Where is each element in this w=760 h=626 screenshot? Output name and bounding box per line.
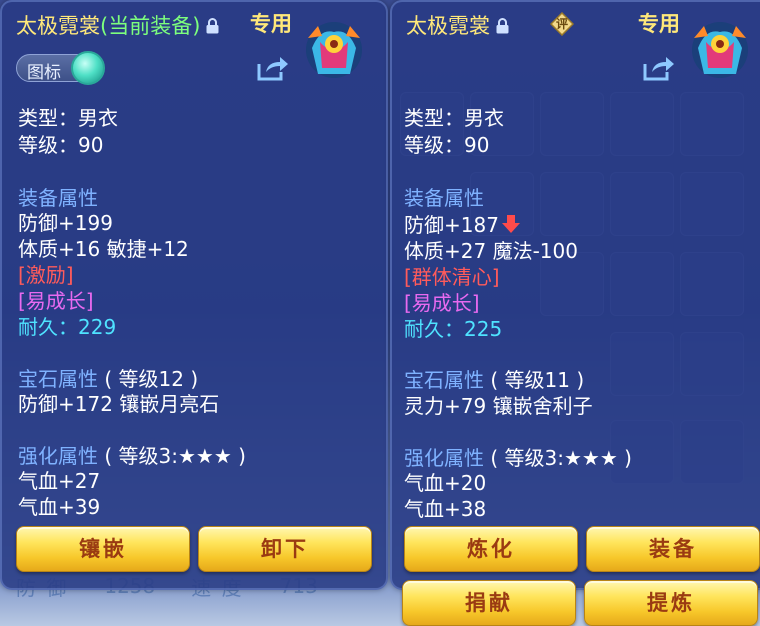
item-details: 类型：男衣 等级：90 装备属性 防御+187 体质+27 魔法-100 [群体…: [392, 2, 760, 524]
special-skill: [激励]: [18, 263, 74, 287]
durability: 耐久：225: [404, 317, 503, 341]
gem-section-title: 宝石属性: [404, 368, 484, 392]
special-skill: [群体清心]: [404, 265, 500, 289]
enhance-attr-2: 气血+38: [404, 497, 487, 521]
equipped-item-tooltip: 太极霓裳(当前装备) 专用 图标 类型：男衣 等级：90 装备属性 防御+199…: [0, 0, 388, 590]
item-type: 类型：男衣: [18, 106, 118, 130]
enhance-attr-1: 气血+27: [18, 469, 101, 493]
defense-attr: 防御+199: [18, 211, 113, 235]
enhance-section-level: ( 等级3:★★★ ): [490, 446, 632, 470]
special-effect: [易成长]: [404, 291, 480, 315]
durability: 耐久：229: [18, 315, 117, 339]
item-level: 等级：90: [18, 133, 104, 157]
gem-attr: 防御+172 镶嵌月亮石: [18, 392, 220, 416]
inlay-button[interactable]: 镶嵌: [16, 526, 190, 572]
unequip-button[interactable]: 卸下: [198, 526, 372, 572]
equip-attr-header: 装备属性: [404, 186, 484, 210]
stat-attr: 体质+27 魔法-100: [404, 239, 578, 263]
donate-button[interactable]: 捐献: [402, 580, 576, 626]
defense-attr-value: 防御+187: [404, 213, 499, 237]
gem-section-level: ( 等级11 ): [490, 368, 585, 392]
down-arrow-icon: [501, 214, 521, 234]
refine-button[interactable]: 炼化: [404, 526, 578, 572]
enhance-attr-2: 气血+39: [18, 495, 101, 519]
compare-item-tooltip: 太极霓裳 评 专用 类型：男衣 等级：90 装备属性 防御+187 体质+27 …: [390, 0, 760, 590]
item-level: 等级：90: [404, 133, 490, 157]
defense-attr: 防御+187: [404, 209, 521, 238]
extract-button[interactable]: 提炼: [584, 580, 758, 626]
equip-button[interactable]: 装备: [586, 526, 760, 572]
gem-attr: 灵力+79 镶嵌舍利子: [404, 394, 593, 418]
item-type: 类型：男衣: [404, 106, 504, 130]
gem-attr-header: 宝石属性 ( 等级11 ): [404, 364, 584, 393]
stat-attr: 体质+16 敏捷+12: [18, 237, 189, 261]
enhance-attr-1: 气血+20: [404, 471, 487, 495]
enhance-section-level: ( 等级3:★★★ ): [104, 444, 246, 468]
special-effect: [易成长]: [18, 289, 94, 313]
item-details: 类型：男衣 等级：90 装备属性 防御+199 体质+16 敏捷+12 [激励]…: [2, 2, 386, 524]
